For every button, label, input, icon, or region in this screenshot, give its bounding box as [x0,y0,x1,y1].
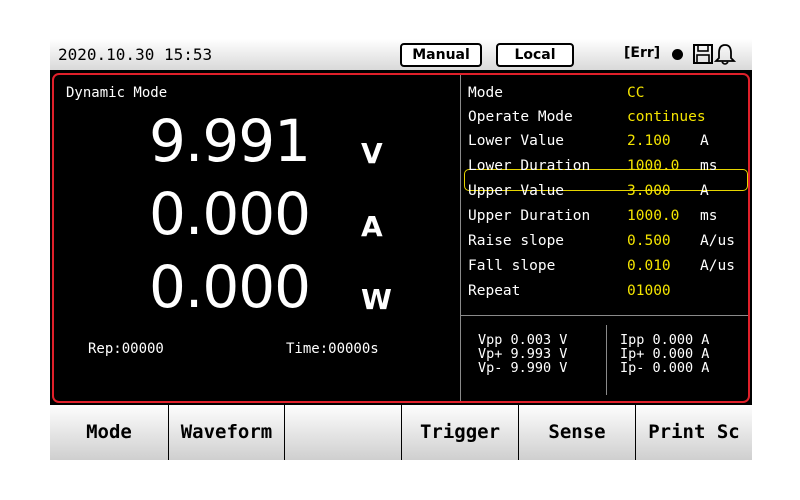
voltage-unit: V [361,137,383,170]
ip-minus-reading: Ip- 0.000 A [620,360,710,376]
param-value: 1000.0 [627,208,680,224]
param-label: Repeat [468,283,521,299]
status-bar: 2020.10.30 15:53 Manual Local [Err] [50,39,752,70]
instrument-screen: 2020.10.30 15:53 Manual Local [Err] Dyna… [50,39,752,460]
param-label: Lower Value [468,133,565,149]
local-badge[interactable]: Local [496,43,574,67]
param-label: Mode [468,85,503,101]
param-row-operate-mode[interactable]: Operate Mode continues [468,107,750,129]
param-value: CC [627,85,645,101]
vp-minus-reading: Vp- 9.990 V [478,360,568,376]
param-row-upper-duration[interactable]: Upper Duration 1000.0 ms [468,206,750,228]
vpp-reading: Vpp 0.003 V [478,332,568,348]
param-row-repeat[interactable]: Repeat 01000 [468,281,750,303]
mode-title: Dynamic Mode [66,85,168,101]
mode-softkey[interactable]: Mode [50,405,168,460]
param-value: 2.100 [627,133,671,149]
param-label: Upper Value [468,183,565,199]
sense-softkey[interactable]: Sense [519,405,635,460]
param-value: 0.500 [627,233,671,249]
param-row-mode[interactable]: Mode CC [468,83,750,105]
param-label: Raise slope [468,233,565,249]
power-unit: W [361,283,392,316]
param-row-lower-duration[interactable]: Lower Duration 1000.0 ms [468,156,750,178]
main-panel: Dynamic Mode 9.991 V 0.000 A 0.000 W Rep… [52,73,750,403]
param-label: Operate Mode [468,109,573,125]
current-reading: 0.000 [149,180,311,248]
trigger-softkey[interactable]: Trigger [402,405,518,460]
param-value: continues [627,109,706,125]
param-unit: A [700,133,709,149]
param-value: 01000 [627,283,671,299]
param-unit: A [700,183,709,199]
param-unit: ms [700,158,718,174]
param-value: 1000.0 [627,158,680,174]
ipp-reading: Ipp 0.000 A [620,332,710,348]
manual-mode-badge[interactable]: Manual [400,43,482,67]
param-row-upper-value[interactable]: Upper Value 3.000 A [468,181,750,203]
param-label: Upper Duration [468,208,591,224]
param-unit: ms [700,208,718,224]
datetime: 2020.10.30 15:53 [58,45,213,64]
section-divider [460,315,748,316]
repeat-counter: Rep:00000 [88,341,164,357]
status-dot-icon [672,49,683,60]
print-screen-softkey[interactable]: Print Sc [636,405,752,460]
param-unit: A/us [700,233,735,249]
vp-plus-reading: Vp+ 9.993 V [478,346,568,362]
param-row-raise-slope[interactable]: Raise slope 0.500 A/us [468,231,750,253]
current-unit: A [361,210,383,243]
param-label: Fall slope [468,258,556,274]
ip-plus-reading: Ip+ 0.000 A [620,346,710,362]
param-row-lower-value[interactable]: Lower Value 2.100 A [468,131,750,153]
error-indicator[interactable]: [Err] [624,45,660,61]
waveform-softkey[interactable]: Waveform [169,405,284,460]
param-unit: A/us [700,258,735,274]
save-icon [693,44,713,64]
param-value: 0.010 [627,258,671,274]
voltage-reading: 9.991 [149,107,311,175]
bell-icon [714,44,736,65]
softkey-bar: Mode Waveform Trigger Sense Print Sc [50,405,752,460]
param-row-fall-slope[interactable]: Fall slope 0.010 A/us [468,256,750,278]
panel-divider [460,75,461,401]
param-value: 3.000 [627,183,671,199]
blank-softkey[interactable] [285,405,401,460]
measurement-divider [606,325,607,395]
power-reading: 0.000 [149,253,311,321]
param-label: Lower Duration [468,158,591,174]
elapsed-time: Time:00000s [286,341,379,357]
